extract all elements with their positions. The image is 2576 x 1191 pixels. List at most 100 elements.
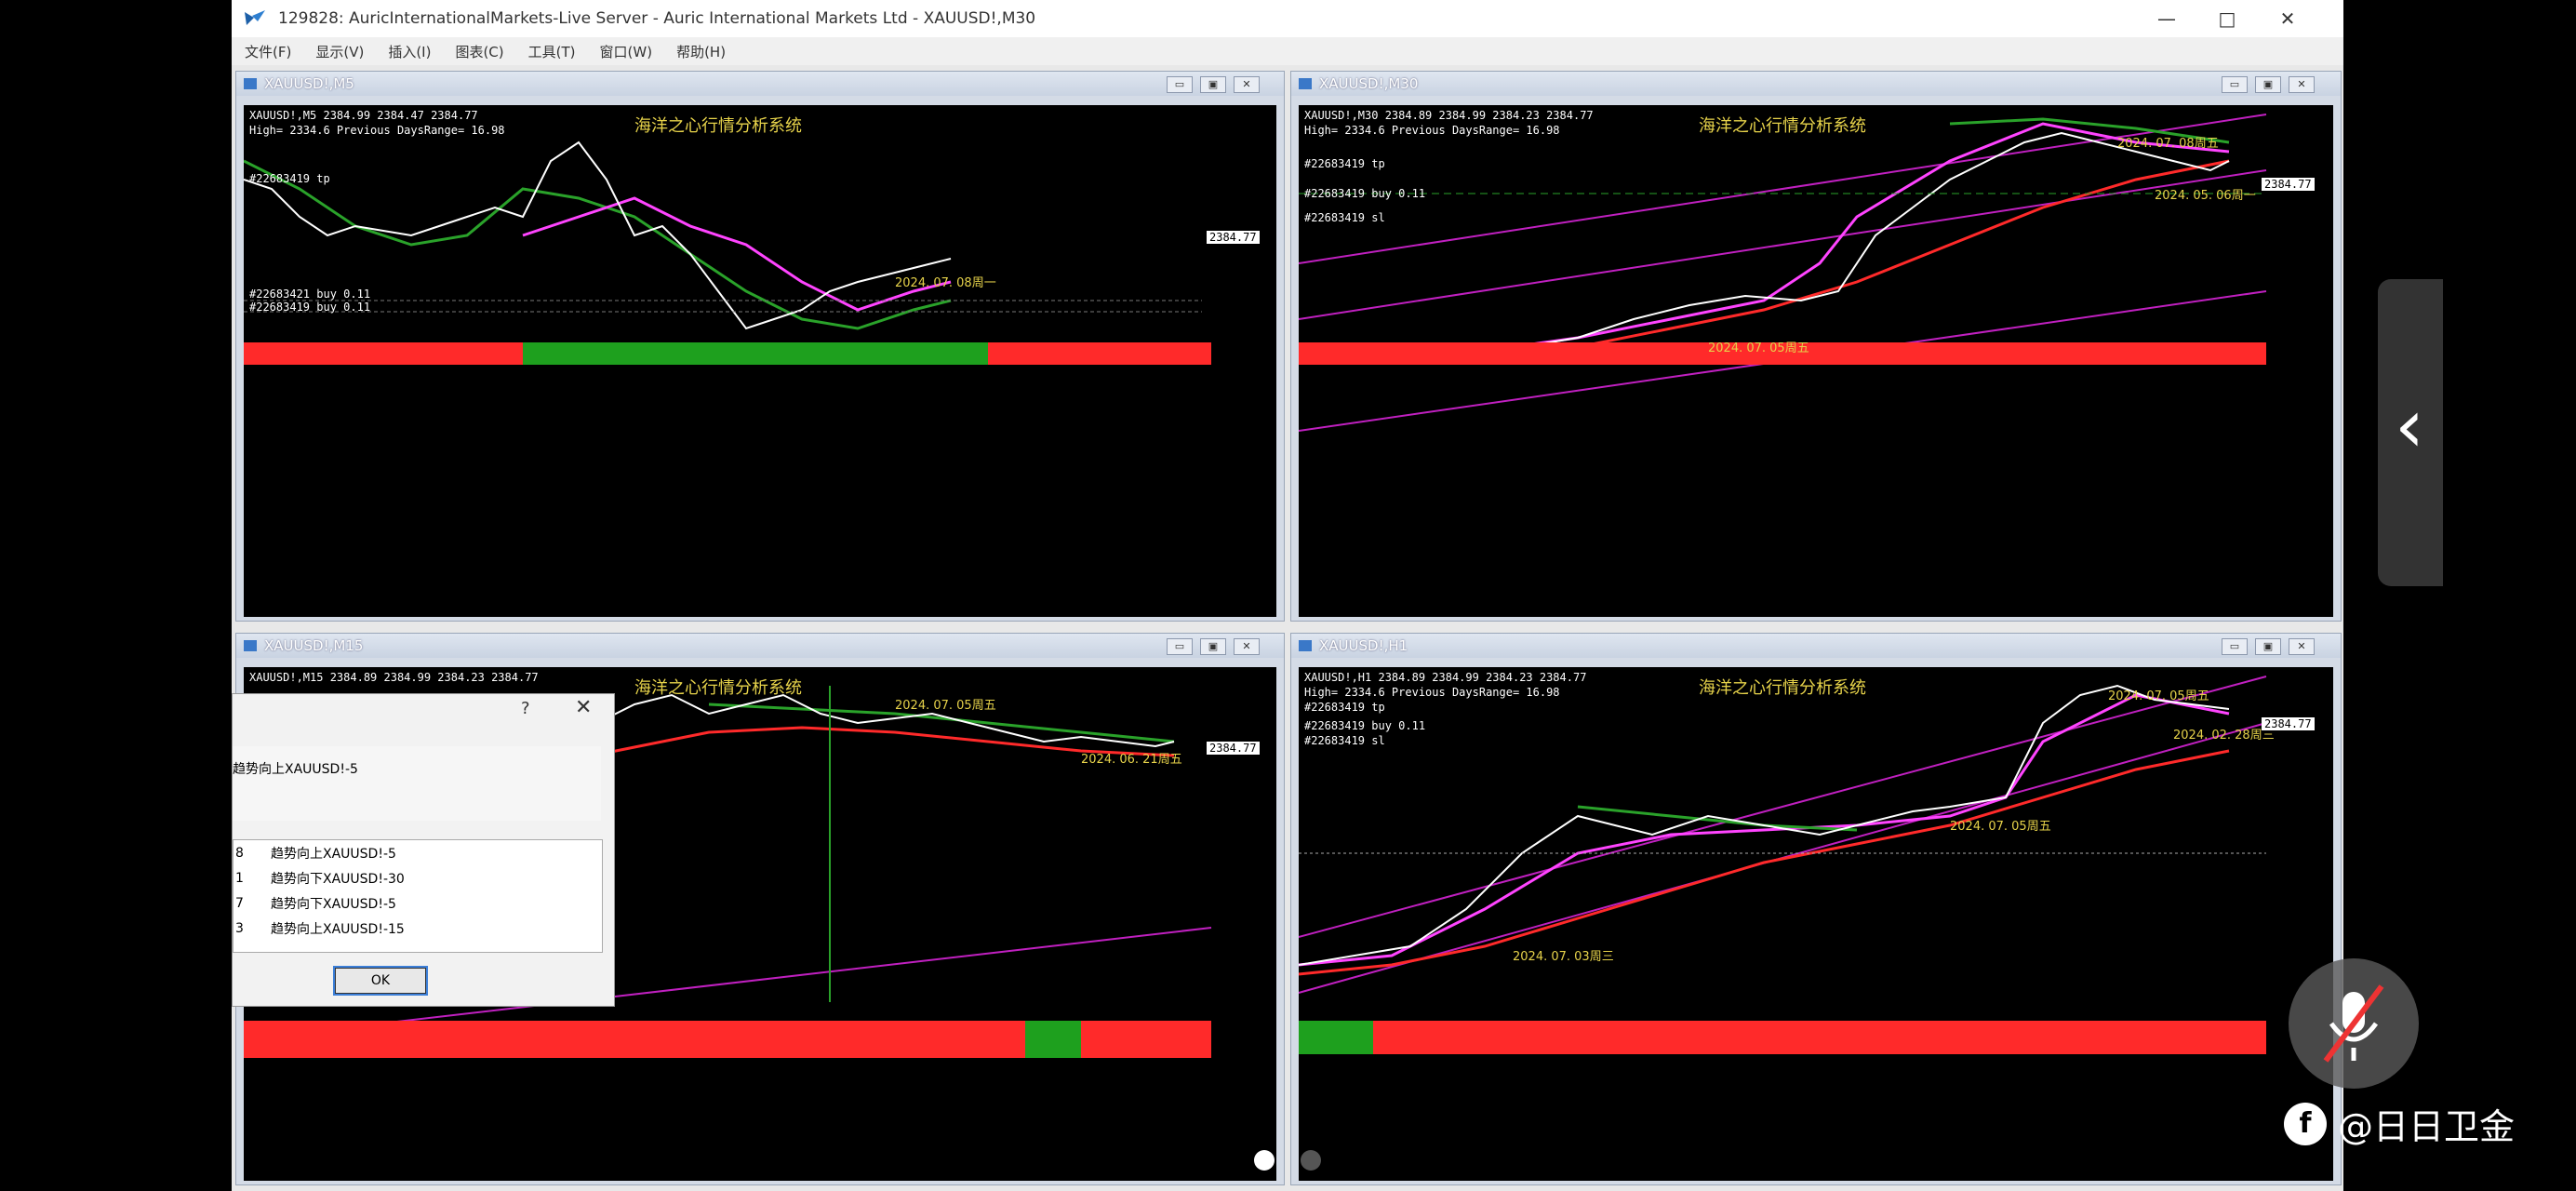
chart-maximize-button[interactable]: ▣: [2255, 76, 2281, 93]
chart-close-button[interactable]: ✕: [2289, 76, 2315, 93]
chart-minimize-button[interactable]: ▭: [1167, 638, 1193, 655]
window-title: 129828: AuricInternationalMarkets-Live S…: [278, 9, 1036, 28]
chart-plot-area[interactable]: XAUUSD!,M5 2384.99 2384.47 2384.77 High=…: [244, 105, 1276, 617]
date-note: 2024. 07. 05周五: [2108, 689, 2209, 703]
chart-info-line-2: High= 2334.6 Previous DaysRange= 16.98: [1304, 124, 1560, 137]
side-panel-tab[interactable]: ‹: [2378, 279, 2443, 586]
menu-view[interactable]: 显示(V): [315, 42, 364, 61]
order-label: #22683419 tp: [1304, 701, 1385, 714]
minimize-button[interactable]: —: [2139, 0, 2195, 37]
menu-window[interactable]: 窗口(W): [600, 42, 653, 61]
order-label: #22683421 buy 0.11: [249, 288, 371, 301]
chart-titlebar: XAUUSD!,M5: [236, 72, 1284, 96]
row-text: 趋势向下XAUUSD!-30: [271, 871, 405, 887]
chart-icon: [1299, 640, 1312, 651]
menu-bar: 文件(F) 显示(V) 插入(I) 图表(C) 工具(T) 窗口(W) 帮助(H…: [232, 37, 2343, 65]
order-label: #22683419 tp: [1304, 157, 1385, 170]
chart-close-button[interactable]: ✕: [1234, 638, 1260, 655]
current-price-tag: 2384.77: [1207, 231, 1260, 244]
alert-dialog[interactable]: ? ✕ 趋势向上XAUUSD!-5 8 趋势向上XAUUSD!-5 1 趋势向下XA…: [232, 693, 615, 1007]
chart-info-line: XAUUSD!,M15 2384.89 2384.99 2384.23 2384…: [249, 671, 539, 684]
date-note: 2024. 07. 03周三: [1513, 950, 1614, 964]
date-note: 2024. 02. 28周三: [2173, 729, 2275, 743]
chart-icon: [1299, 78, 1312, 89]
chart-close-button[interactable]: ✕: [2289, 638, 2315, 655]
menu-insert[interactable]: 插入(I): [388, 42, 431, 61]
chart-window-h1[interactable]: XAUUSD!,H1 ▭ ▣ ✕ XAUUSD!,H1 2384.89 2384…: [1290, 633, 2342, 1185]
chart-close-button[interactable]: ✕: [1234, 76, 1260, 93]
date-note: 2024. 07. 08周五: [2117, 137, 2219, 151]
mic-muted-button[interactable]: [2289, 958, 2419, 1089]
list-item[interactable]: 1 趋势向下XAUUSD!-30: [234, 865, 602, 890]
chart-plot-area[interactable]: XAUUSD!,M30 2384.89 2384.99 2384.23 2384…: [1299, 105, 2333, 617]
menu-charts[interactable]: 图表(C): [455, 42, 503, 61]
chart-titlebar: XAUUSD!,M15: [236, 634, 1284, 658]
order-label: #22683419 tp: [249, 172, 330, 185]
order-label: #22683419 buy 0.11: [1304, 187, 1426, 200]
maximize-button[interactable]: □: [2199, 0, 2255, 37]
chart-info-line-2: High= 2334.6 Previous DaysRange= 16.98: [249, 124, 505, 137]
chart-plot-area[interactable]: XAUUSD!,H1 2384.89 2384.99 2384.23 2384.…: [1299, 667, 2333, 1181]
chart-window-m5[interactable]: XAUUSD!,M5 ▭ ▣ ✕ XAUUSD!,M5 2384.99 2384…: [235, 71, 1285, 622]
menu-file[interactable]: 文件(F): [245, 42, 291, 61]
chart-minimize-button[interactable]: ▭: [1167, 76, 1193, 93]
chart-info-line: XAUUSD!,M5 2384.99 2384.47 2384.77: [249, 109, 478, 122]
current-price-tag: 2384.77: [1207, 742, 1260, 755]
list-item[interactable]: 7 趋势向下XAUUSD!-5: [234, 890, 602, 916]
dialog-close-button[interactable]: ✕: [575, 696, 592, 719]
alert-message: 趋势向上XAUUSD!-5: [233, 762, 358, 777]
chart-window-m30[interactable]: XAUUSD!,M30 ▭ ▣ ✕ XAUUSD!,M30 2384.89 23…: [1290, 71, 2342, 622]
system-name: 海洋之心行情分析系统: [1699, 678, 1866, 698]
chart-titlebar: XAUUSD!,M30: [1291, 72, 2341, 96]
chart-minimize-button[interactable]: ▭: [2222, 638, 2248, 655]
indicator-dot: [1254, 1150, 1275, 1171]
date-note: 2024. 07. 05周五: [895, 699, 996, 713]
indicator-dot: [1301, 1150, 1321, 1171]
chart-maximize-button[interactable]: ▣: [1200, 76, 1226, 93]
menu-help[interactable]: 帮助(H): [676, 42, 726, 61]
chart-title: XAUUSD!,M30: [1319, 75, 1419, 92]
chart-titlebar: XAUUSD!,H1: [1291, 634, 2341, 658]
alert-list[interactable]: 8 趋势向上XAUUSD!-5 1 趋势向下XAUUSD!-30 7 趋势向下XAUU…: [233, 839, 603, 953]
row-number: 7: [235, 895, 244, 911]
ok-button[interactable]: OK: [333, 966, 428, 996]
watermark: f @日日卫金: [2284, 1098, 2515, 1149]
chart-maximize-button[interactable]: ▣: [1200, 638, 1226, 655]
chart-title: XAUUSD!,H1: [1319, 637, 1408, 654]
row-text: 趋势向上XAUUSD!-15: [271, 921, 405, 937]
help-button[interactable]: ?: [521, 699, 530, 718]
current-price-tag: 2384.77: [2262, 178, 2315, 191]
system-name: 海洋之心行情分析系统: [634, 678, 802, 698]
alert-message-box: 趋势向上XAUUSD!-5: [233, 746, 601, 821]
mic-muted-icon: [2323, 984, 2384, 1063]
close-button[interactable]: ✕: [2260, 0, 2316, 37]
list-item[interactable]: 3 趋势向上XAUUSD!-15: [234, 916, 602, 941]
chart-info-line: XAUUSD!,H1 2384.89 2384.99 2384.23 2384.…: [1304, 671, 1587, 684]
price-chart-svg: [1299, 114, 2267, 432]
chart-info-line-2: High= 2334.6 Previous DaysRange= 16.98: [1304, 686, 1560, 699]
dialog-titlebar: [233, 694, 614, 722]
row-number: 8: [235, 845, 244, 861]
chart-maximize-button[interactable]: ▣: [2255, 638, 2281, 655]
platform-logo-icon: f: [2284, 1102, 2327, 1145]
menu-tools[interactable]: 工具(T): [528, 42, 576, 61]
row-number: 1: [235, 870, 244, 886]
row-text: 趋势向上XAUUSD!-5: [271, 846, 396, 862]
app-logo-icon: [245, 10, 265, 25]
date-note: 2024. 07. 08周一: [895, 276, 996, 290]
chart-title: XAUUSD!,M15: [264, 637, 364, 654]
order-label: #22683419 buy 0.11: [1304, 719, 1426, 732]
row-text: 趋势向下XAUUSD!-5: [271, 896, 396, 912]
list-item[interactable]: 8 趋势向上XAUUSD!-5: [234, 840, 602, 865]
window-titlebar: 129828: AuricInternationalMarkets-Live S…: [232, 0, 2343, 37]
watermark-text: @日日卫金: [2338, 1106, 2516, 1147]
order-label: #22683419 buy 0.11: [249, 301, 371, 314]
order-label: #22683419 sl: [1304, 211, 1385, 224]
date-note: 2024. 06. 21周五: [1081, 753, 1182, 767]
terminal-window: 129828: AuricInternationalMarkets-Live S…: [232, 0, 2343, 1191]
date-note: 2024. 07. 05周五: [1950, 820, 2051, 834]
chart-minimize-button[interactable]: ▭: [2222, 76, 2248, 93]
system-name: 海洋之心行情分析系统: [1699, 116, 1866, 136]
chart-info-line: XAUUSD!,M30 2384.89 2384.99 2384.23 2384…: [1304, 109, 1594, 122]
chart-title: XAUUSD!,M5: [264, 75, 354, 92]
